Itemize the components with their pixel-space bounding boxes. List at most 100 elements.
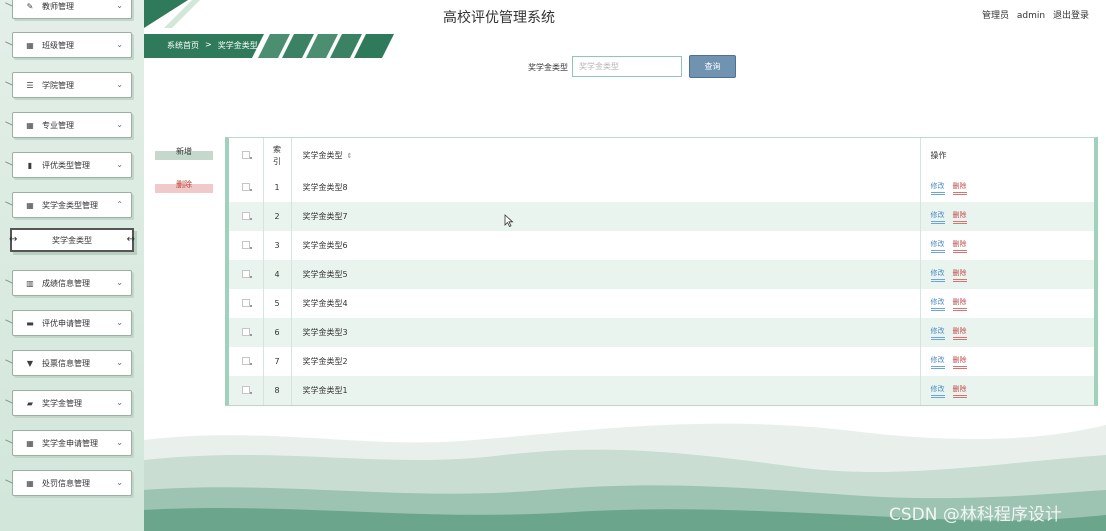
chevron-down-icon: ⌄ [116, 398, 123, 407]
row-index: 3 [263, 231, 292, 260]
row-name: 奖学金类型6 [291, 231, 921, 260]
row-index: 5 [263, 289, 292, 318]
chevron-down-icon: ⌄ [116, 318, 123, 327]
edit-link[interactable]: 修改 [930, 181, 945, 195]
sidebar-item-award-type[interactable]: ▮ 评优类型管理 ⌄ [12, 152, 132, 178]
data-table: 索引 奖学金类型 ⇕ 操作 1 奖学金类型8 修改 删除 2 奖学金类型7 修改 删除 [225, 137, 1098, 406]
delete-link[interactable]: 删除 [952, 355, 967, 369]
edit-link[interactable]: 修改 [930, 210, 945, 224]
search-input[interactable] [572, 56, 682, 77]
grid-icon: ▦ [26, 438, 34, 448]
watermark: CSDN @林科程序设计 [889, 505, 1062, 525]
batch-delete-button[interactable]: 删除 [155, 177, 213, 193]
sidebar-item-vote[interactable]: ▼ 投票信息管理 ⌄ [12, 350, 132, 376]
header-decoration [144, 0, 200, 28]
table-row: 8 奖学金类型1 修改 删除 [229, 376, 1094, 405]
chevron-down-icon: ⌄ [116, 478, 123, 487]
sort-icon[interactable]: ⇕ [347, 152, 353, 160]
edit-link[interactable]: 修改 [930, 239, 945, 253]
header-index: 索引 [263, 138, 292, 173]
briefcase-icon: ▰ [26, 398, 34, 408]
row-checkbox[interactable] [241, 327, 252, 336]
breadcrumb-separator: > [205, 40, 212, 49]
delete-link[interactable]: 删除 [952, 268, 967, 282]
grid-icon: ▦ [26, 120, 34, 130]
table-header-row: 索引 奖学金类型 ⇕ 操作 [229, 138, 1094, 173]
breadcrumb-home[interactable]: 系统首页 [167, 40, 199, 51]
chevron-up-icon: ⌃ [116, 200, 123, 209]
chevron-down-icon: ⌄ [116, 1, 123, 10]
user-name: admin [1016, 11, 1046, 21]
row-checkbox[interactable] [241, 385, 252, 394]
sidebar-item-class[interactable]: ▦ 班级管理 ⌄ [12, 32, 132, 58]
table-row: 2 奖学金类型7 修改 删除 [229, 202, 1094, 231]
row-index: 4 [263, 260, 292, 289]
row-checkbox[interactable] [241, 211, 252, 220]
message-icon: ▬ [26, 318, 34, 328]
row-index: 8 [263, 376, 292, 405]
row-checkbox[interactable] [241, 298, 252, 307]
edit-link[interactable]: 修改 [930, 326, 945, 340]
row-name: 奖学金类型4 [291, 289, 921, 318]
vote-icon: ▼ [26, 358, 34, 368]
edit-link[interactable]: 修改 [930, 355, 945, 369]
row-checkbox[interactable] [241, 269, 252, 278]
sidebar-item-scholarship[interactable]: ▰ 奖学金管理 ⌄ [12, 390, 132, 416]
row-index: 2 [263, 202, 292, 231]
table-row: 4 奖学金类型5 修改 删除 [229, 260, 1094, 289]
resize-arrow-icon: ↔ [9, 234, 18, 245]
row-name: 奖学金类型5 [291, 260, 921, 289]
sidebar-item-grades[interactable]: ▥ 成绩信息管理 ⌄ [12, 270, 132, 296]
edit-icon: ✎ [26, 1, 34, 11]
row-index: 1 [263, 173, 292, 202]
user-area: 管理员 admin 退出登录 [982, 8, 1094, 21]
chevron-down-icon: ⌄ [116, 120, 123, 129]
row-name: 奖学金类型7 [291, 202, 921, 231]
sidebar-item-college[interactable]: ☰ 学院管理 ⌄ [12, 72, 132, 98]
sidebar-item-penalty[interactable]: ▦ 处罚信息管理 ⌄ [12, 470, 132, 496]
table-row: 3 奖学金类型6 修改 删除 [229, 231, 1094, 260]
add-button[interactable]: 新增 [155, 144, 213, 160]
select-all-checkbox[interactable] [241, 150, 252, 159]
row-name: 奖学金类型8 [291, 173, 921, 202]
delete-link[interactable]: 删除 [952, 384, 967, 398]
edit-link[interactable]: 修改 [930, 384, 945, 398]
search-button[interactable]: 查询 [689, 55, 736, 78]
edit-link[interactable]: 修改 [930, 268, 945, 282]
delete-link[interactable]: 删除 [952, 210, 967, 224]
delete-link[interactable]: 删除 [952, 326, 967, 340]
row-checkbox[interactable] [241, 182, 252, 191]
grid-icon: ▦ [26, 478, 34, 488]
mouse-cursor-icon [504, 214, 514, 228]
row-name: 奖学金类型1 [291, 376, 921, 405]
edit-link[interactable]: 修改 [930, 297, 945, 311]
sidebar-subitem-scholarship-type[interactable]: ↔ 奖学金类型 ↔ [9, 228, 135, 252]
list-icon: ☰ [26, 80, 34, 90]
row-checkbox[interactable] [241, 240, 252, 249]
user-role: 管理员 [982, 11, 1010, 21]
chart-icon: ▥ [26, 278, 34, 288]
sidebar-item-teacher[interactable]: ✎ 教师管理 ⌄ [12, 0, 132, 19]
delete-link[interactable]: 删除 [952, 181, 967, 195]
sidebar-item-major[interactable]: ▦ 专业管理 ⌄ [12, 112, 132, 138]
header-operation: 操作 [930, 151, 947, 160]
delete-link[interactable]: 删除 [952, 239, 967, 253]
row-checkbox[interactable] [241, 356, 252, 365]
table-row: 5 奖学金类型4 修改 删除 [229, 289, 1094, 318]
delete-link[interactable]: 删除 [952, 297, 967, 311]
breadcrumb: 系统首页 > 奖学金类型 [167, 40, 258, 51]
breadcrumb-current: 奖学金类型 [217, 41, 258, 50]
sidebar-item-scholarship-application[interactable]: ▦ 奖学金申请管理 ⌄ [12, 430, 132, 456]
chevron-down-icon: ⌄ [116, 40, 123, 49]
sidebar-item-scholarship-type[interactable]: ▦ 奖学金类型管理 ⌃ [12, 192, 132, 218]
grid-icon: ▦ [26, 40, 34, 50]
row-name: 奖学金类型3 [291, 318, 921, 347]
table-body: 1 奖学金类型8 修改 删除 2 奖学金类型7 修改 删除 3 奖学金类型6 修改删… [229, 173, 1094, 405]
sidebar-item-award-application[interactable]: ▬ 评优申请管理 ⌄ [12, 310, 132, 336]
table-row: 1 奖学金类型8 修改 删除 [229, 173, 1094, 202]
select-all-cell [229, 138, 264, 173]
table-row: 7 奖学金类型2 修改 删除 [229, 347, 1094, 376]
chevron-down-icon: ⌄ [116, 438, 123, 447]
header-name[interactable]: 奖学金类型 ⇕ [291, 138, 921, 173]
logout-link[interactable]: 退出登录 [1053, 11, 1089, 21]
